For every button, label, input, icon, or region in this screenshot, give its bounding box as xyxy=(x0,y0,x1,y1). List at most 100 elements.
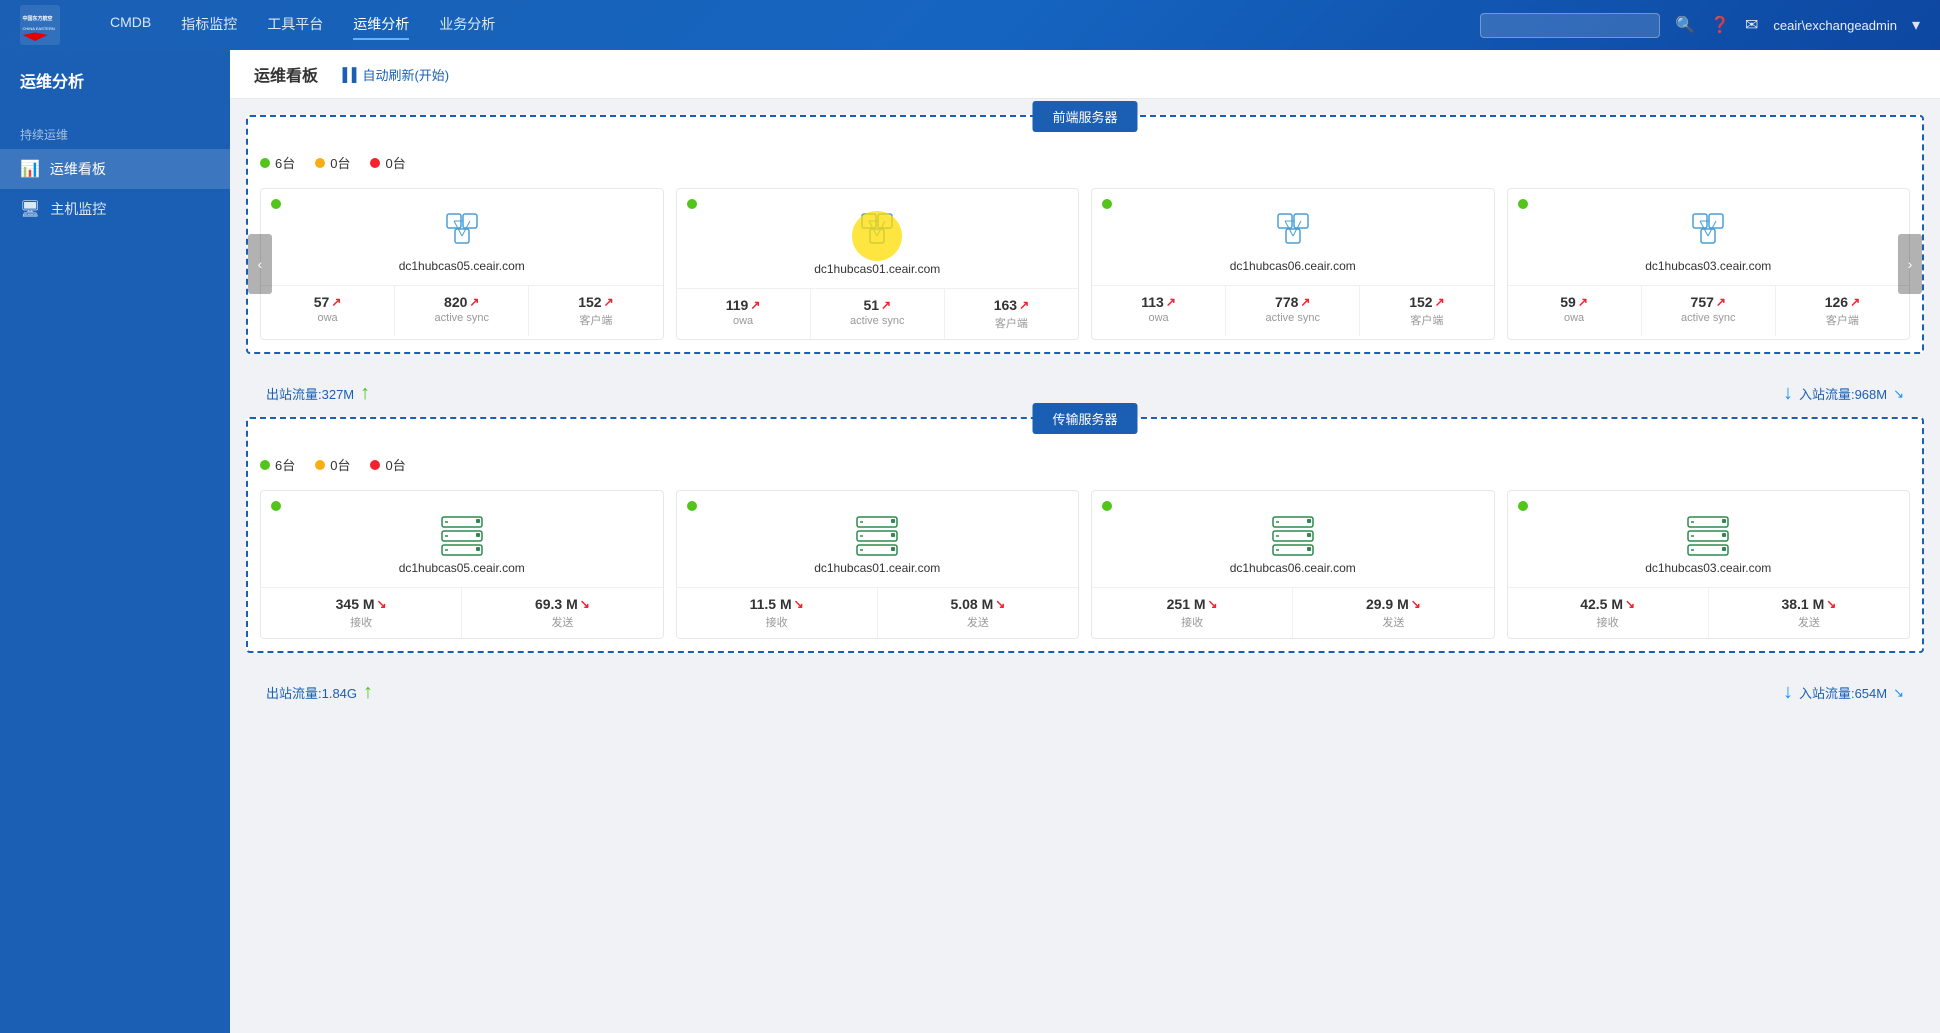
cards-left-arrow[interactable]: ‹ xyxy=(248,234,272,294)
cas-yellow-status: 0台 xyxy=(315,153,350,172)
cas-flow-out: 出站流量:327M ↑ xyxy=(266,382,370,405)
page-title: 运维看板 xyxy=(254,62,318,86)
mail-icon[interactable]: ✉ xyxy=(1745,15,1758,35)
tx-status-row: 6台 0台 0台 xyxy=(260,451,1910,478)
dashboard-icon: 📊 xyxy=(20,159,40,179)
tx-flow-in-icon: ↓ xyxy=(1783,681,1793,704)
card-0-stats: 57↗ owa 820↗ active sync 152↗ 客户端 xyxy=(261,285,663,336)
search-icon[interactable]: 🔍 xyxy=(1675,15,1695,35)
sub-header: 运维看板 ▐▐ 自动刷新(开始) xyxy=(230,50,1940,99)
tx-card-0: dc1hubcas05.ceair.com 345 M↘ 接收 69.3 M↘ … xyxy=(260,490,664,639)
sidebar-item-dashboard-label: 运维看板 xyxy=(50,159,106,179)
sidebar: 运维分析 持续运维 📊 运维看板 🖥 主机监控 xyxy=(0,50,230,1033)
red-dot xyxy=(370,158,380,168)
card-2-indicator xyxy=(1102,199,1112,209)
nav-monitor[interactable]: 指标监控 xyxy=(181,10,237,40)
tx-card-2-stat-1: 29.9 M↘ 发送 xyxy=(1293,588,1493,638)
tx-flow-in: ↓ 入站流量:654M ↘ xyxy=(1783,681,1904,704)
cas-flow-in-label: 入站流量:968M xyxy=(1799,384,1887,403)
cas-yellow-count: 0台 xyxy=(330,153,350,172)
nav-right: 🔍 ❓ ✉ ceair\exchangeadmin ▾ xyxy=(1480,13,1920,38)
svg-text:中国东方航空: 中国东方航空 xyxy=(23,15,53,22)
cas-section-label: 前端服务器 xyxy=(1032,101,1137,132)
card-2-stat-0: 113↗ owa xyxy=(1092,286,1226,336)
tx-card-1-body: dc1hubcas01.ceair.com xyxy=(677,491,1079,587)
nav-cmdb[interactable]: CMDB xyxy=(110,10,151,40)
sidebar-item-host-label: 主机监控 xyxy=(50,199,106,219)
nav-tools[interactable]: 工具平台 xyxy=(267,10,323,40)
tx-server-icon-3 xyxy=(1678,511,1738,561)
tx-flow-out-icon: ↑ xyxy=(363,681,373,704)
sidebar-section: 持续运维 📊 运维看板 🖥 主机监控 xyxy=(0,110,230,239)
tx-card-3-stat-0: 42.5 M↘ 接收 xyxy=(1508,588,1709,638)
card-0-stat-2: 152↗ 客户端 xyxy=(529,286,662,336)
tx-card-1-stats: 11.5 M↘ 接收 5.08 M↘ 发送 xyxy=(677,587,1079,638)
tx-yellow-count: 0台 xyxy=(330,455,350,474)
auto-refresh-toggle[interactable]: ▐▐ 自动刷新(开始) xyxy=(338,65,449,84)
host-icon: 🖥 xyxy=(20,199,40,219)
cas-card-1: dc1hubcas01.ceair.com 119↗ owa 51↗ activ… xyxy=(676,188,1080,340)
green-dot xyxy=(260,158,270,168)
help-icon[interactable]: ❓ xyxy=(1710,15,1730,35)
sidebar-item-host[interactable]: 🖥 主机监控 xyxy=(0,189,230,229)
tx-red-status: 0台 xyxy=(370,455,405,474)
tx-card-1-stat-1: 5.08 M↘ 发送 xyxy=(878,588,1078,638)
search-input[interactable] xyxy=(1480,13,1660,38)
tx-flow-out: 出站流量:1.84G ↑ xyxy=(266,681,373,704)
cas-green-status: 6台 xyxy=(260,153,295,172)
tx-card-0-stat-0: 345 M↘ 接收 xyxy=(261,588,462,638)
tx-card-2: dc1hubcas06.ceair.com 251 M↘ 接收 29.9 M↘ … xyxy=(1091,490,1495,639)
card-3-body: dc1hubcas03.ceair.com xyxy=(1508,189,1910,285)
card-2-stat-1: 778↗ active sync xyxy=(1226,286,1360,336)
tx-card-2-stats: 251 M↘ 接收 29.9 M↘ 发送 xyxy=(1092,587,1494,638)
card-1-stat-2: 163↗ 客户端 xyxy=(945,289,1078,339)
nav-ops[interactable]: 运维分析 xyxy=(353,10,409,40)
user-info[interactable]: ceair\exchangeadmin xyxy=(1773,18,1897,33)
tx-yellow-status: 0台 xyxy=(315,455,350,474)
cas-status-row: 6台 0台 0台 xyxy=(260,149,1910,176)
cas-card-0: dc1hubcas05.ceair.com 57↗ owa 820↗ activ… xyxy=(260,188,664,340)
sidebar-title: 运维分析 xyxy=(0,50,230,110)
tx-card-1-indicator xyxy=(687,501,697,511)
app-body: 运维分析 持续运维 📊 运维看板 🖥 主机监控 运维看板 ▐▐ 自动刷新(开始) xyxy=(0,50,1940,1033)
tx-card-3-stat-1: 38.1 M↘ 发送 xyxy=(1709,588,1909,638)
cas-section: 前端服务器 6台 0台 0台 xyxy=(246,115,1924,354)
tx-card-3-stats: 42.5 M↘ 接收 38.1 M↘ 发送 xyxy=(1508,587,1910,638)
tx-card-0-indicator xyxy=(271,501,281,511)
tx-cards: dc1hubcas05.ceair.com 345 M↘ 接收 69.3 M↘ … xyxy=(260,490,1910,639)
tx-card-3-name: dc1hubcas03.ceair.com xyxy=(1645,561,1771,575)
cas-flow-in: ↓ 入站流量:968M ↘ xyxy=(1783,382,1904,405)
main-content: 运维看板 ▐▐ 自动刷新(开始) 前端服务器 6台 0台 xyxy=(230,50,1940,1033)
tx-green-status: 6台 xyxy=(260,455,295,474)
auto-refresh-label: 自动刷新(开始) xyxy=(362,65,449,84)
refresh-bars-icon: ▐▐ xyxy=(338,67,356,82)
card-2-body: dc1hubcas06.ceair.com xyxy=(1092,189,1494,285)
tx-card-2-name: dc1hubcas06.ceair.com xyxy=(1230,561,1356,575)
yellow-dot xyxy=(315,158,325,168)
cas-red-count: 0台 xyxy=(385,153,405,172)
tx-card-2-indicator xyxy=(1102,501,1112,511)
cas-green-count: 6台 xyxy=(275,153,295,172)
tx-green-dot xyxy=(260,460,270,470)
nav-biz[interactable]: 业务分析 xyxy=(439,10,495,40)
svg-text:CHINA EASTERN: CHINA EASTERN xyxy=(23,26,55,31)
nav-links: CMDB 指标监控 工具平台 运维分析 业务分析 xyxy=(110,10,1450,40)
card-1-stat-0: 119↗ owa xyxy=(677,289,811,339)
tx-flow-out-label: 出站流量:1.84G xyxy=(266,683,357,702)
tx-server-icon-1 xyxy=(847,511,907,561)
card-0-indicator xyxy=(271,199,281,209)
tx-flow-in-arrow: ↘ xyxy=(1893,685,1904,701)
cas-red-status: 0台 xyxy=(370,153,405,172)
tx-flow-in-label: 入站流量:654M xyxy=(1799,683,1887,702)
chevron-down-icon[interactable]: ▾ xyxy=(1912,15,1920,35)
cards-right-arrow[interactable]: › xyxy=(1898,234,1922,294)
tx-red-count: 0台 xyxy=(385,455,405,474)
tx-server-icon-2 xyxy=(1263,511,1323,561)
card-2-stat-2: 152↗ 客户端 xyxy=(1360,286,1493,336)
tx-yellow-dot xyxy=(315,460,325,470)
card-1-stats: 119↗ owa 51↗ active sync 163↗ 客户端 xyxy=(677,288,1079,339)
sidebar-item-dashboard[interactable]: 📊 运维看板 xyxy=(0,149,230,189)
card-1-body: dc1hubcas01.ceair.com xyxy=(677,189,1079,288)
card-3-name: dc1hubcas03.ceair.com xyxy=(1645,259,1771,273)
card-0-name: dc1hubcas05.ceair.com xyxy=(399,259,525,273)
